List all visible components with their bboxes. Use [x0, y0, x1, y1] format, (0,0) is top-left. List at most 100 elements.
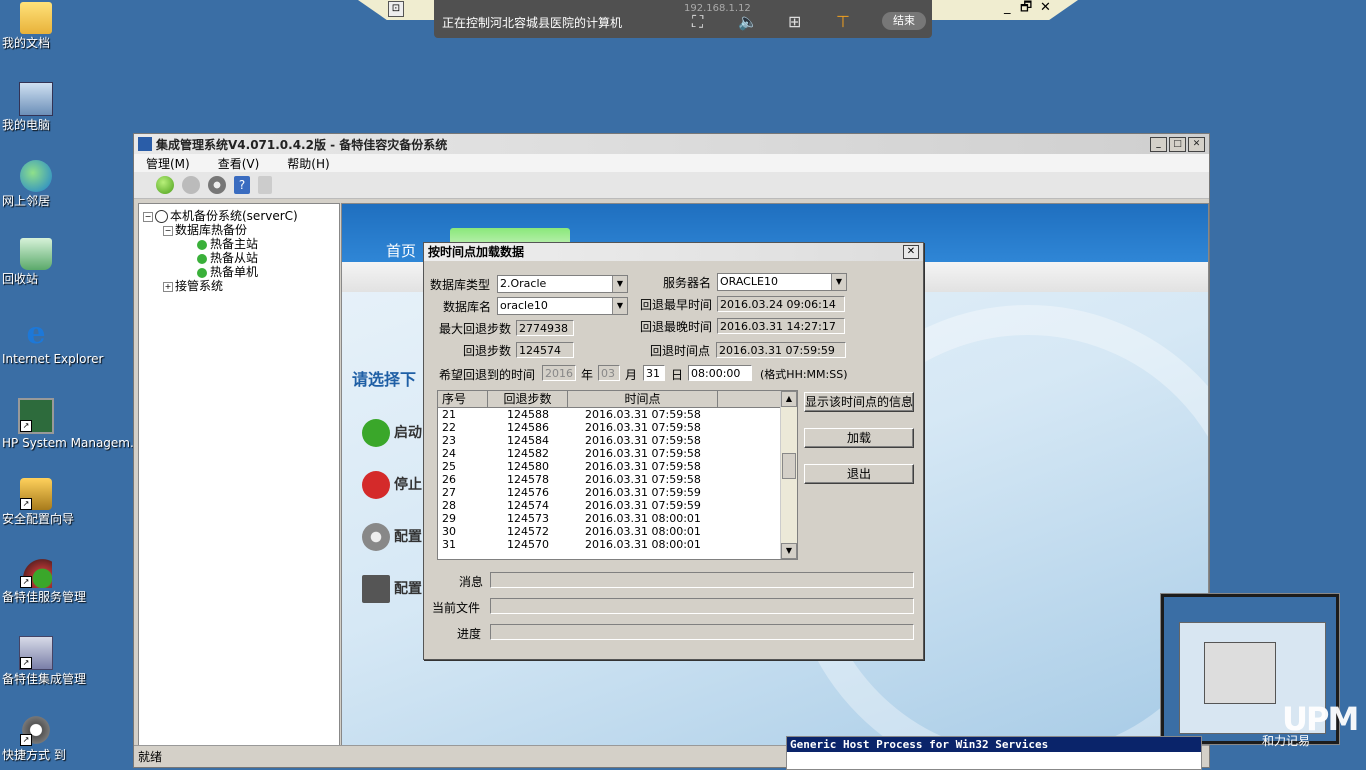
maximize-button[interactable]: □	[1169, 137, 1186, 152]
scroll-down-icon[interactable]: ▼	[781, 543, 797, 559]
action-config-monitor[interactable]: 配置	[362, 575, 422, 603]
menu-manage[interactable]: 管理(M)	[146, 155, 190, 172]
table-row[interactable]: 22 124586 2016.03.31 07:59:58	[438, 421, 797, 434]
day-field[interactable]: 31	[643, 365, 665, 381]
column-header-time[interactable]: 时间点	[568, 391, 718, 407]
desktop-icon-network[interactable]: 网上邻居	[2, 160, 70, 207]
cell-steps: 124584	[507, 434, 549, 447]
exit-button[interactable]: 退出	[804, 464, 914, 484]
dialog-titlebar[interactable]: 按时间点加载数据 ✕	[424, 243, 923, 261]
settings-toolbar-icon[interactable]	[208, 176, 226, 194]
max-steps-label: 最大回退步数	[439, 322, 512, 336]
action-start[interactable]: 启动	[362, 419, 422, 447]
action-label: 配置	[394, 529, 422, 545]
list-scrollbar[interactable]: ▲ ▼	[780, 391, 797, 559]
desktop-icon-integration-management[interactable]: ↗ 备特佳集成管理	[2, 636, 86, 685]
table-row[interactable]: 24 124582 2016.03.31 07:59:58	[438, 447, 797, 460]
task-popup[interactable]: Generic Host Process for Win32 Services	[786, 736, 1202, 770]
shortcut-icon: ↗	[20, 714, 52, 746]
table-row[interactable]: 28 124574 2016.03.31 07:59:59	[438, 499, 797, 512]
desktop-icon-recycle-bin[interactable]: 回收站	[2, 238, 70, 285]
time-input[interactable]: 08:00:00	[688, 365, 752, 381]
cell-index: 25	[442, 460, 456, 473]
db-name-label: 数据库名	[443, 300, 492, 314]
cell-index: 24	[442, 447, 456, 460]
scroll-thumb[interactable]	[782, 453, 796, 479]
start-toolbar-icon[interactable]	[156, 176, 174, 194]
table-row[interactable]: 21 124588 2016.03.31 07:59:58	[438, 408, 797, 421]
target-time-label: 希望回退到的时间	[439, 368, 536, 382]
stop-toolbar-icon[interactable]	[182, 176, 200, 194]
scroll-up-icon[interactable]: ▲	[781, 391, 797, 407]
cell-steps: 124580	[507, 460, 549, 473]
home-link[interactable]: 首页	[386, 240, 416, 261]
table-row[interactable]: 25 124580 2016.03.31 07:59:58	[438, 460, 797, 473]
db-name-select[interactable]: oracle10 ▼	[497, 297, 628, 315]
menu-help[interactable]: 帮助(H)	[287, 155, 329, 172]
load-button[interactable]: 加载	[804, 428, 914, 448]
cell-steps: 124574	[507, 499, 549, 512]
desktop-icon-hp-system-management[interactable]: ↗ HP System Managem...	[2, 398, 141, 449]
action-config[interactable]: 配置	[362, 523, 422, 551]
column-header-index[interactable]: 序号	[438, 391, 488, 407]
server-name-value: ORACLE10	[720, 275, 778, 288]
cell-index: 26	[442, 473, 456, 486]
table-row[interactable]: 31 124570 2016.03.31 08:00:01	[438, 538, 797, 551]
desktop-icon-my-documents[interactable]: 我的文档	[2, 2, 70, 49]
menu-view[interactable]: 查看(V)	[218, 155, 260, 172]
remote-restore-button[interactable]: 🗗	[1020, 0, 1032, 16]
chevron-down-icon[interactable]: ▼	[831, 274, 846, 290]
desktop-icon-label: 备特佳集成管理	[2, 672, 87, 686]
time-point-list[interactable]: 序号 回退步数 时间点 21 124588 2016.03.31 07:59:58 …	[437, 390, 798, 560]
pin-icon[interactable]: ⊡	[388, 1, 404, 17]
collapse-icon[interactable]: −	[163, 225, 173, 236]
expand-icon[interactable]: +	[163, 281, 173, 292]
column-header-steps[interactable]: 回退步数	[488, 391, 568, 407]
fullscreen-icon[interactable]: ⛶	[692, 12, 703, 32]
show-info-button[interactable]: 显示该时间点的信息	[804, 392, 914, 412]
integration-management-icon: ↗	[19, 636, 53, 670]
desktop-icon-service-management[interactable]: ↗ 备特佳服务管理	[2, 556, 86, 603]
action-stop[interactable]: 停止	[362, 471, 422, 499]
volume-icon[interactable]: 🔈	[738, 12, 758, 31]
cell-index: 28	[442, 499, 456, 512]
table-row[interactable]: 29 124573 2016.03.31 08:00:01	[438, 512, 797, 525]
delete-toolbar-icon[interactable]	[258, 176, 272, 194]
db-type-select[interactable]: 2.Oracle ▼	[497, 275, 628, 293]
close-button[interactable]: ✕	[1188, 137, 1205, 152]
cell-time: 2016.03.31 07:59:58	[585, 460, 701, 473]
max-steps-field: 2774938	[516, 320, 574, 336]
cell-time: 2016.03.31 07:59:58	[585, 408, 701, 421]
desktop-icon-internet-explorer[interactable]: e Internet Explorer	[2, 318, 103, 366]
table-row[interactable]: 30 124572 2016.03.31 08:00:01	[438, 525, 797, 538]
cell-steps: 124582	[507, 447, 549, 460]
desktop-icon-shortcut[interactable]: ↗ 快捷方式 到	[2, 714, 70, 761]
tree-group-takeover[interactable]: + 接管系统	[163, 277, 223, 294]
server-name-select[interactable]: ORACLE10 ▼	[717, 273, 847, 291]
chevron-down-icon[interactable]: ▼	[612, 276, 627, 292]
earliest-time-label: 回退最早时间	[640, 298, 713, 312]
dialog-close-button[interactable]: ✕	[903, 245, 919, 259]
main-window-titlebar[interactable]: 集成管理系统V4.071.0.4.2版 - 备特佳容灾备份系统 _ □ ✕	[134, 134, 1209, 154]
help-toolbar-icon[interactable]: ?	[234, 176, 250, 194]
remote-minimize-button[interactable]: _	[1004, 0, 1011, 16]
desktop-icon-my-computer[interactable]: 我的电脑	[2, 82, 70, 131]
end-session-button[interactable]: 结束	[882, 12, 926, 30]
desktop-icon-security-wizard[interactable]: ↗ 安全配置向导	[2, 478, 74, 525]
pin-toolbar-icon[interactable]: ⊤	[836, 12, 850, 31]
recycle-bin-icon	[20, 238, 52, 270]
table-row[interactable]: 27 124576 2016.03.31 07:59:59	[438, 486, 797, 499]
chevron-down-icon[interactable]: ▼	[612, 298, 627, 314]
month-unit: 月	[625, 368, 638, 382]
remote-control-title: 正在控制河北容城县医院的计算机	[442, 16, 623, 30]
minimize-button[interactable]: _	[1150, 137, 1167, 152]
collapse-icon[interactable]: −	[143, 211, 153, 222]
year-field[interactable]: 2016	[542, 365, 576, 381]
start-icon	[362, 419, 390, 447]
cell-time: 2016.03.31 07:59:59	[585, 499, 701, 512]
table-row[interactable]: 26 124578 2016.03.31 07:59:58	[438, 473, 797, 486]
split-view-icon[interactable]: ⊞	[788, 12, 801, 31]
remote-close-button[interactable]: ✕	[1040, 0, 1051, 16]
table-row[interactable]: 23 124584 2016.03.31 07:59:58	[438, 434, 797, 447]
month-field[interactable]: 03	[598, 365, 620, 381]
